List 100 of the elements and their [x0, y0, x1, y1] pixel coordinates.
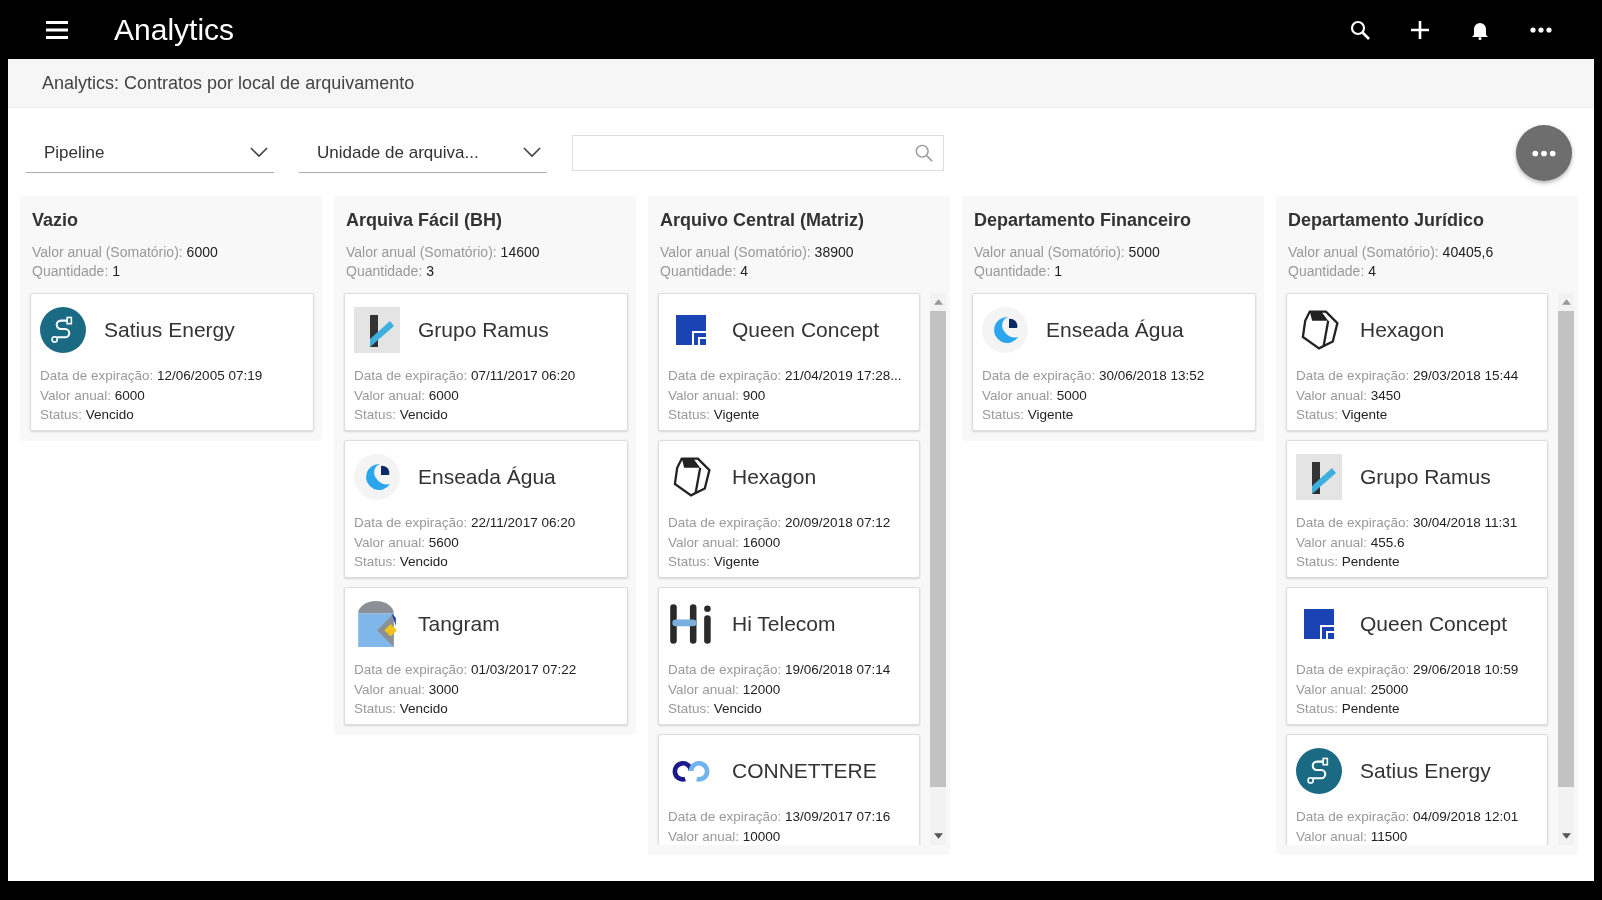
contract-card[interactable]: Queen Concept Data de expiração: 21/04/2019 17:28... Valor anual: 900 Status: Vigente [658, 293, 920, 431]
menu-icon[interactable] [46, 20, 68, 39]
contract-card[interactable]: Enseada Água Data de expiração: 22/11/2017 06:20 Valor anual: 5600 Status: Vencido [344, 440, 628, 578]
column-summary: Quantidade: 1 [32, 262, 121, 281]
column-summary: Valor anual (Somatório): 38900 [660, 243, 855, 262]
column-summary: Quantidade: 1 [974, 262, 1063, 281]
contract-detail: Data de expiração: 21/04/2019 17:28... [668, 367, 903, 385]
slash-logo-icon [1296, 454, 1342, 500]
search-field[interactable] [572, 135, 944, 171]
wave-logo-icon [354, 454, 400, 500]
column-summary: Valor anual (Somatório): 40405,6 [1288, 243, 1495, 262]
contract-detail: Data de expiração: 20/09/2018 07:12 [668, 514, 892, 532]
contract-detail: Data de expiração: 19/06/2018 07:14 [668, 661, 892, 679]
contract-detail: Status: Vencido [668, 700, 763, 718]
column-summary: Valor anual (Somatório): 6000 [32, 243, 219, 262]
hi-logo-icon [668, 601, 714, 647]
contract-card[interactable]: Satius Energy Data de expiração: 04/09/2018 12:01 Valor anual: 11500 [1286, 734, 1548, 845]
column-summary: Valor anual (Somatório): 5000 [974, 243, 1161, 262]
plug-logo-icon [1296, 748, 1342, 794]
contract-detail: Valor anual: 10000 [668, 827, 782, 845]
filter-dropdown[interactable]: Unidade de arquiva... [299, 133, 547, 173]
more-icon [1532, 149, 1556, 157]
contract-detail: Status: Vigente [982, 406, 1075, 424]
scrollbar[interactable] [1558, 293, 1574, 845]
contract-detail: Status: Vencido [354, 553, 449, 571]
squares-logo-icon [676, 315, 706, 345]
column-title: Arquivo Central (Matriz) [660, 210, 865, 231]
contract-detail: Status: Pendente [1296, 700, 1401, 718]
contract-card[interactable]: Tangram Data de expiração: 01/03/2017 07:22 Valor anual: 3000 Status: Vencido [344, 587, 628, 725]
filter-dropdown[interactable]: Pipeline [26, 133, 274, 173]
contract-detail: Valor anual: 900 [668, 386, 767, 405]
contract-detail: Valor anual: 5000 [982, 386, 1088, 405]
company-name: Hexagon [732, 465, 817, 489]
company-name: Satius Energy [104, 318, 235, 342]
chevron-down-icon [250, 147, 268, 158]
column-title: Departamento Financeiro [974, 210, 1193, 231]
company-name: Tangram [418, 612, 500, 636]
wave-logo-icon [982, 307, 1028, 353]
contract-card[interactable]: CONNETTERE Data de expiração: 13/09/2017 07:16 Valor anual: 10000 [658, 734, 920, 845]
contract-card[interactable]: Grupo Ramus Data de expiração: 30/04/2018 11:31 Valor anual: 455.6 Status: Pendente [1286, 440, 1548, 578]
squares-logo-icon [1304, 609, 1334, 639]
contract-detail: Status: Vigente [1296, 406, 1389, 424]
column-title: Arquiva Fácil (BH) [346, 210, 504, 231]
plug-logo-icon [40, 307, 86, 353]
contract-detail: Data de expiração: 22/11/2017 06:20 [354, 514, 577, 532]
contract-card[interactable]: Satius Energy Data de expiração: 12/06/2005 07:19 Valor anual: 6000 Status: Vencido [30, 293, 314, 431]
company-name: Grupo Ramus [1360, 465, 1491, 489]
company-name: Satius Energy [1360, 759, 1491, 783]
search-icon [915, 144, 933, 162]
contract-card[interactable]: Queen Concept Data de expiração: 29/06/2018 10:59 Valor anual: 25000 Status: Pendente [1286, 587, 1548, 725]
contract-detail: Status: Vencido [354, 700, 449, 718]
search-icon[interactable] [1350, 19, 1370, 40]
company-name: Queen Concept [732, 318, 880, 342]
contract-detail: Status: Pendente [1296, 553, 1401, 571]
contract-detail: Data de expiração: 04/09/2018 12:01 [1296, 808, 1520, 826]
contract-card[interactable]: Hexagon Data de expiração: 29/03/2018 15:44 Valor anual: 3450 Status: Vigente [1286, 293, 1548, 431]
contract-detail: Data de expiração: 30/06/2018 13:52 [982, 367, 1206, 385]
contract-detail: Data de expiração: 29/03/2018 15:44 [1296, 367, 1520, 385]
contract-detail: Data de expiração: 13/09/2017 07:16 [668, 808, 892, 826]
column-summary: Quantidade: 4 [660, 262, 749, 281]
company-name: Grupo Ramus [418, 318, 549, 342]
scroll-up-icon[interactable] [1561, 299, 1571, 305]
add-icon[interactable] [1410, 19, 1430, 40]
contract-detail: Status: Vigente [668, 406, 761, 424]
more-button[interactable] [1516, 125, 1572, 181]
column-title: Vazio [32, 210, 80, 231]
contract-card[interactable]: Enseada Água Data de expiração: 30/06/2018 13:52 Valor anual: 5000 Status: Vigente [972, 293, 1256, 431]
company-name: Hi Telecom [732, 612, 836, 636]
contract-card[interactable]: Grupo Ramus Data de expiração: 07/11/2017 06:20 Valor anual: 6000 Status: Vencido [344, 293, 628, 431]
scrollbar[interactable] [930, 293, 946, 845]
company-name: CONNETTERE [732, 759, 877, 783]
contract-detail: Valor anual: 3000 [354, 680, 460, 699]
company-name: Enseada Água [1046, 318, 1184, 342]
contract-detail: Data de expiração: 07/11/2017 06:20 [354, 367, 577, 385]
contract-detail: Data de expiração: 01/03/2017 07:22 [354, 661, 578, 679]
contract-card[interactable]: Hexagon Data de expiração: 20/09/2018 07:12 Valor anual: 16000 Status: Vigente [658, 440, 920, 578]
contract-detail: Status: Vencido [40, 406, 135, 424]
contract-detail: Data de expiração: 29/06/2018 10:59 [1296, 661, 1520, 679]
contract-detail: Valor anual: 455.6 [1296, 533, 1406, 552]
contract-detail: Data de expiração: 30/04/2018 11:31 [1296, 514, 1519, 532]
scroll-down-icon[interactable] [1561, 833, 1571, 839]
scroll-down-icon[interactable] [933, 833, 943, 839]
app-title: Analytics [114, 12, 235, 47]
column-summary: Quantidade: 3 [346, 262, 435, 281]
more-icon[interactable] [1530, 26, 1552, 33]
contract-card[interactable]: Hi Telecom Data de expiração: 19/06/2018 07:14 Valor anual: 12000 Status: Vencido [658, 587, 920, 725]
contract-detail: Valor anual: 12000 [668, 680, 782, 699]
slash-logo-icon [354, 307, 400, 353]
contract-detail: Valor anual: 6000 [40, 386, 146, 405]
contract-detail: Valor anual: 11500 [1296, 827, 1409, 845]
page-title: Analytics: Contratos por local de arquivamento [42, 72, 415, 94]
column-summary: Quantidade: 4 [1288, 262, 1377, 281]
company-name: Queen Concept [1360, 612, 1508, 636]
contract-detail: Valor anual: 6000 [354, 386, 460, 405]
company-name: Enseada Água [418, 465, 556, 489]
contract-detail: Status: Vigente [668, 553, 761, 571]
company-name: Hexagon [1360, 318, 1445, 342]
scroll-up-icon[interactable] [933, 299, 943, 305]
column-title: Departamento Jurídico [1288, 210, 1486, 231]
contract-detail: Valor anual: 16000 [668, 533, 782, 552]
